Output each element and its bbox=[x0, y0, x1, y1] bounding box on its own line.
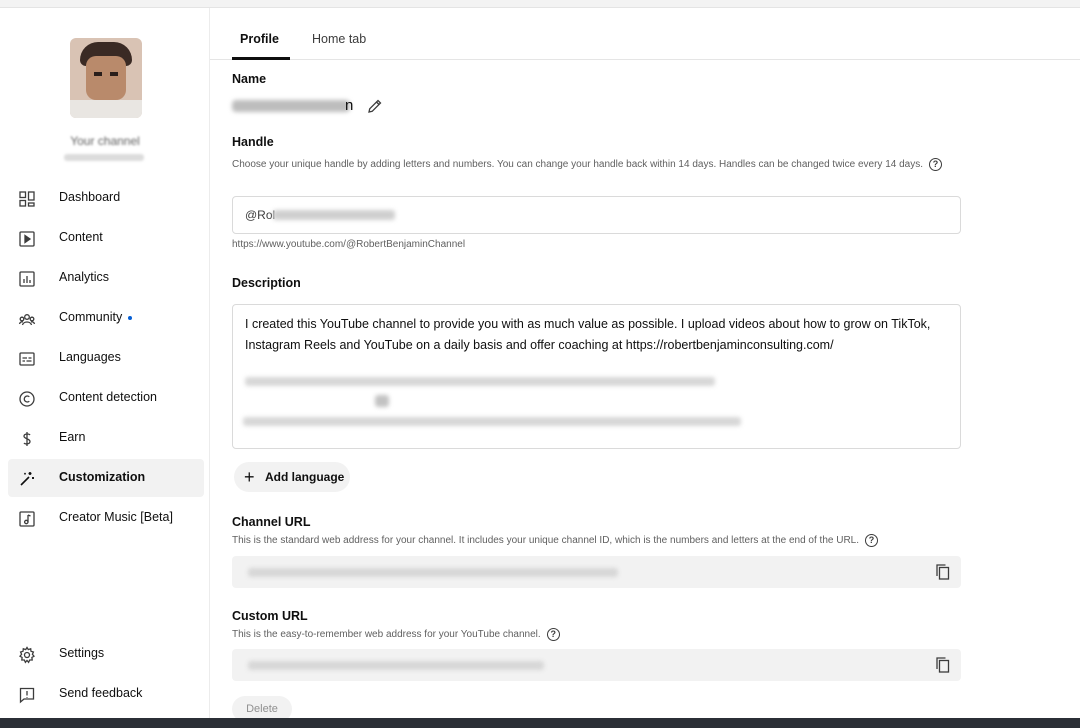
add-language-button[interactable]: + Add language bbox=[234, 462, 350, 492]
name-value: n bbox=[345, 97, 354, 114]
tab-bar: Profile Home tab bbox=[210, 8, 1080, 60]
tab-profile[interactable]: Profile bbox=[240, 32, 279, 46]
sidebar-item-label: Community bbox=[59, 310, 133, 324]
add-language-label: Add language bbox=[265, 470, 345, 484]
sidebar-item-label: Content bbox=[59, 230, 103, 244]
analytics-icon bbox=[19, 271, 35, 287]
sidebar-item-dashboard[interactable]: Dashboard bbox=[8, 179, 204, 217]
dashboard-icon bbox=[19, 191, 35, 207]
sidebar-item-community[interactable]: Community bbox=[8, 299, 204, 337]
sidebar-item-label: Dashboard bbox=[59, 190, 121, 204]
sidebar-item-send-feedback[interactable]: Send feedback bbox=[8, 675, 204, 713]
channel-name-blurred bbox=[64, 154, 144, 161]
description-blurred-line bbox=[245, 377, 715, 386]
active-tab-indicator bbox=[232, 57, 290, 60]
name-label: Name bbox=[232, 72, 267, 86]
handle-help-text: Choose your unique handle by adding lett… bbox=[232, 156, 962, 173]
sidebar-item-label: Send feedback bbox=[59, 686, 143, 700]
magic-wand-icon bbox=[20, 472, 34, 486]
custom-url-field[interactable] bbox=[232, 649, 961, 681]
languages-icon bbox=[19, 352, 35, 366]
community-icon bbox=[18, 314, 36, 326]
description-textarea[interactable]: I created this YouTube channel to provid… bbox=[232, 304, 961, 449]
description-blurred-line bbox=[375, 395, 389, 407]
channel-url-blurred bbox=[248, 568, 618, 577]
channel-url-field bbox=[232, 556, 961, 588]
sidebar-item-label: Settings bbox=[59, 646, 105, 660]
sidebar-item-content-detection[interactable]: Content detection bbox=[8, 379, 204, 417]
sidebar-item-customization[interactable]: Customization bbox=[8, 459, 204, 497]
handle-value-blurred bbox=[273, 210, 395, 220]
gear-icon bbox=[19, 646, 35, 664]
new-activity-dot bbox=[128, 315, 133, 320]
window-top-edge bbox=[0, 0, 1080, 8]
music-icon bbox=[19, 511, 35, 527]
taskbar-edge bbox=[0, 718, 1080, 728]
sidebar-item-earn[interactable]: Earn bbox=[8, 419, 204, 457]
sidebar: Your channel Dashboard Content Analytics… bbox=[0, 8, 210, 718]
sidebar-item-label: Content detection bbox=[59, 390, 157, 404]
handle-input[interactable]: @Rol bbox=[232, 196, 961, 234]
custom-url-label: Custom URL bbox=[232, 609, 308, 623]
handle-url: https://www.youtube.com/@RobertBenjaminC… bbox=[232, 239, 466, 250]
sidebar-item-content[interactable]: Content bbox=[8, 219, 204, 257]
description-label: Description bbox=[232, 276, 301, 290]
channel-label: Your channel bbox=[70, 134, 140, 148]
copy-icon[interactable] bbox=[935, 656, 951, 674]
channel-avatar[interactable] bbox=[70, 38, 142, 118]
help-icon[interactable]: ? bbox=[546, 627, 560, 641]
sidebar-item-label: Analytics bbox=[59, 270, 110, 284]
content-icon bbox=[19, 231, 35, 247]
custom-url-help-text: This is the easy-to-remember web address… bbox=[232, 626, 560, 643]
copyright-icon bbox=[19, 391, 35, 407]
sidebar-item-settings[interactable]: Settings bbox=[8, 635, 204, 673]
description-text: I created this YouTube channel to provid… bbox=[245, 317, 931, 352]
description-blurred-line bbox=[243, 417, 741, 426]
sidebar-item-label: Languages bbox=[59, 350, 121, 364]
help-icon[interactable]: ? bbox=[865, 533, 879, 547]
feedback-icon bbox=[19, 687, 35, 704]
sidebar-item-analytics[interactable]: Analytics bbox=[8, 259, 204, 297]
channel-url-help-text: This is the standard web address for you… bbox=[232, 532, 879, 549]
plus-icon: + bbox=[244, 467, 255, 487]
channel-url-label: Channel URL bbox=[232, 515, 311, 529]
handle-value: @Rol bbox=[245, 208, 276, 222]
tab-home[interactable]: Home tab bbox=[312, 32, 366, 46]
handle-label: Handle bbox=[232, 135, 274, 149]
dollar-icon bbox=[23, 432, 31, 446]
copy-icon[interactable] bbox=[935, 563, 951, 581]
sidebar-item-label: Customization bbox=[59, 470, 146, 484]
custom-url-blurred bbox=[248, 661, 544, 670]
name-value-blurred bbox=[232, 100, 350, 112]
edit-pencil-icon[interactable] bbox=[366, 97, 384, 115]
sidebar-item-label: Earn bbox=[59, 430, 86, 444]
sidebar-item-label: Creator Music [Beta] bbox=[59, 510, 173, 524]
help-icon[interactable]: ? bbox=[929, 157, 943, 171]
sidebar-item-languages[interactable]: Languages bbox=[8, 339, 204, 377]
sidebar-item-creator-music[interactable]: Creator Music [Beta] bbox=[8, 499, 204, 537]
